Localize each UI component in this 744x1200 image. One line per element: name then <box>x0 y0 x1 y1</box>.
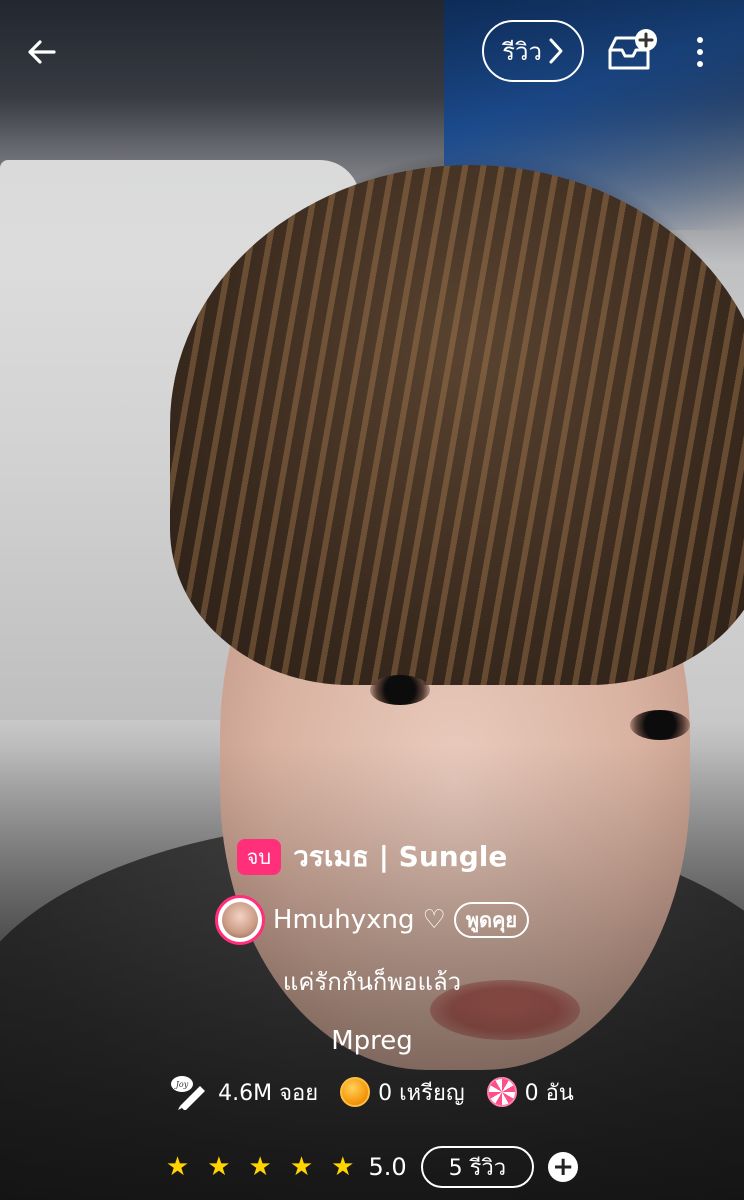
stats-row: Joy 4.6M จอย 0 เหรียญ 0 อัน <box>0 1070 744 1114</box>
chat-button[interactable]: พูดคุย <box>453 902 530 938</box>
coin-count: 0 เหรียญ <box>378 1080 465 1106</box>
inbox-plus-icon <box>608 29 657 70</box>
rating-row: ★ ★ ★ ★ ★ 5.0 5 รีวิว + <box>0 1142 744 1192</box>
joy-stat: Joy 4.6M จอย <box>170 1074 318 1110</box>
story-title: วรเมธ | Sungle <box>293 840 508 873</box>
add-to-library-button[interactable] <box>604 28 660 76</box>
star-icon: ★ <box>289 1152 314 1182</box>
status-badge: จบ <box>236 839 282 875</box>
top-bar: รีวิว <box>0 0 744 100</box>
author-name[interactable]: Hmuhyxng <box>273 905 415 935</box>
star-icon: ★ <box>331 1152 355 1182</box>
rating-value: 5.0 <box>368 1153 407 1181</box>
more-options-button[interactable] <box>686 30 714 74</box>
joy-count: 4.6M จอย <box>218 1080 319 1106</box>
kebab-menu-icon <box>697 37 703 43</box>
lollipop-icon <box>486 1077 517 1107</box>
candy-stat: 0 อัน <box>486 1075 574 1110</box>
star-rating: ★ ★ ★ ★ ★ <box>166 1154 355 1180</box>
star-icon: ★ <box>207 1152 231 1182</box>
coin-stat: 0 เหรียญ <box>340 1075 465 1110</box>
author-row: Hmuhyxng ♡ พูดคุย <box>0 894 744 946</box>
chevron-right-icon <box>549 38 563 64</box>
story-info: จบ วรเมธ | Sungle Hmuhyxng ♡ พูดคุย แค่ร… <box>0 834 744 1192</box>
title-row: จบ วรเมธ | Sungle <box>0 834 744 880</box>
candy-count: 0 อัน <box>524 1080 574 1106</box>
reviews-button[interactable]: 5 รีวิว <box>420 1146 535 1188</box>
review-button[interactable]: รีวิว <box>482 20 584 82</box>
arrow-left-icon <box>28 40 56 64</box>
star-icon: ★ <box>248 1152 272 1182</box>
back-button[interactable] <box>20 30 64 74</box>
review-label: รีวิว <box>502 37 542 66</box>
star-icon: ★ <box>165 1152 190 1182</box>
story-tagline: แค่รักกันก็พอแล้ว <box>282 968 462 996</box>
joy-pen-icon: Joy <box>171 1076 206 1110</box>
author-avatar[interactable] <box>214 895 265 945</box>
coin-icon <box>340 1077 371 1107</box>
heart-icon: ♡ <box>422 905 446 935</box>
genre-tag[interactable]: Mpreg <box>0 1026 744 1060</box>
add-review-button[interactable]: + <box>548 1152 579 1182</box>
svg-text:Joy: Joy <box>174 1080 189 1089</box>
